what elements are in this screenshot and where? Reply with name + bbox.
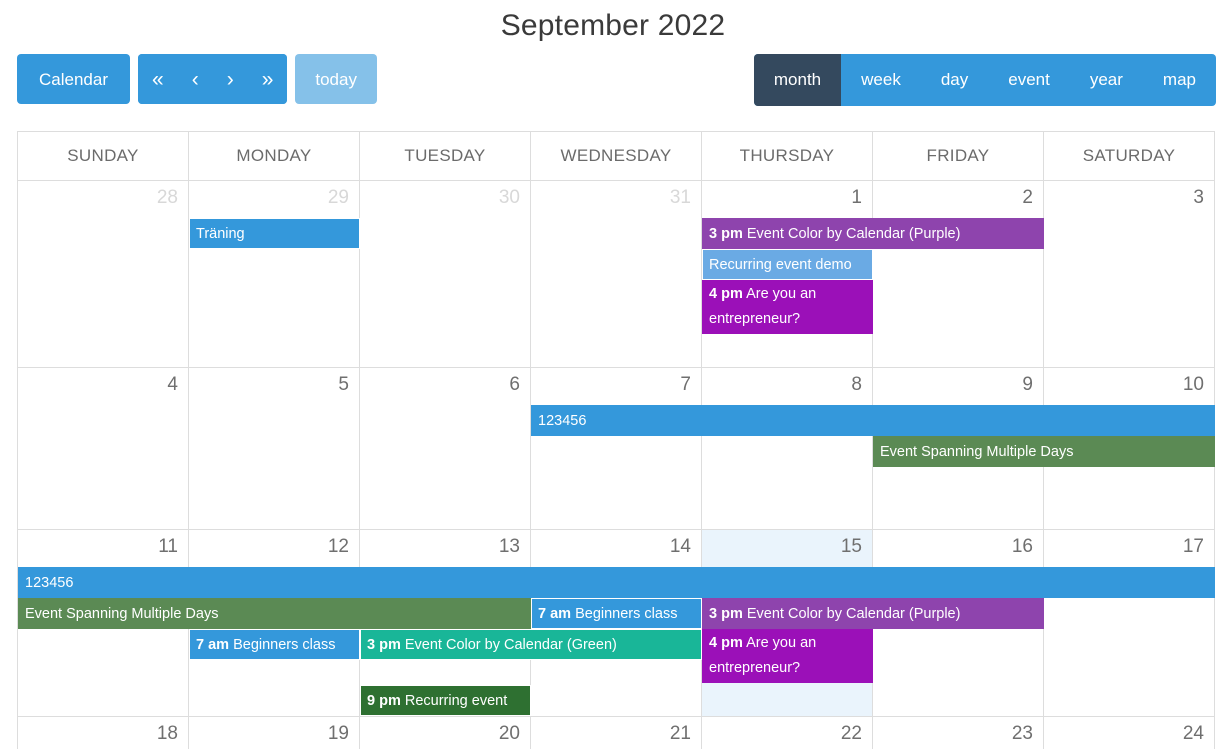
calendar-week-row: 11 12 13 14 15 16 17 123456 Event Spanning Multi…	[18, 530, 1215, 717]
event-beginners-class[interactable]: 7 am Beginners class	[531, 598, 702, 629]
calendar-body: 28 29 30 31 1 2 3 Träning 3 pm Event Color by Ca…	[18, 181, 1215, 749]
event-time: 9 pm	[367, 693, 401, 709]
view-button-month[interactable]: month	[753, 54, 842, 106]
calendar-week-row: 28 29 30 31 1 2 3 Träning 3 pm Event Color by Ca…	[18, 181, 1215, 368]
event-123456[interactable]: 123456	[18, 567, 1215, 598]
event-row: Event Spanning Multiple Days	[18, 436, 1215, 467]
event-title: Event Color by Calendar (Purple)	[746, 226, 961, 242]
week-events-layer: 123456 Event Spanning Multiple Days 7 am B…	[18, 530, 1215, 716]
event-title: Recurring event	[404, 693, 508, 709]
calendar-grid: SUNDAY MONDAY TUESDAY WEDNESDAY THURSDAY FRID…	[17, 131, 1215, 749]
event-row-spacer	[18, 467, 1215, 498]
event-time: 4 pm	[709, 635, 743, 651]
calendar-week-row: 4 5 6 7 8 9 10 123456 Event Spanning Multiple Da…	[18, 368, 1215, 530]
page-title: September 2022	[500, 9, 726, 42]
event-row: 4 pm Are you an entrepreneur?	[18, 280, 1215, 336]
week-events-layer: 123456 Event Spanning Multiple Days	[18, 368, 1215, 529]
event-row: Träning 3 pm Event Color by Calendar (Pur…	[18, 218, 1215, 249]
event-123456[interactable]: 123456	[531, 405, 1215, 436]
event-row: Event Spanning Multiple Days 7 am Beginne…	[18, 598, 1215, 629]
event-color-by-calendar-green[interactable]: 3 pm Event Color by Calendar (Green)	[360, 629, 702, 660]
prev-month-button[interactable]: ‹	[177, 54, 213, 104]
event-row: Recurring event demo	[18, 249, 1215, 280]
prev-year-button[interactable]: «	[138, 54, 178, 104]
day-header-friday: FRIDAY	[873, 132, 1044, 180]
view-button-day[interactable]: day	[921, 54, 988, 106]
event-title: Event Spanning Multiple Days	[880, 444, 1074, 460]
event-time: 3 pm	[709, 606, 743, 622]
event-row-spacer	[18, 336, 1215, 367]
event-title: 123456	[538, 413, 587, 429]
day-header-wednesday: WEDNESDAY	[531, 132, 702, 180]
event-row: 123456	[18, 567, 1215, 598]
day-header-monday: MONDAY	[189, 132, 360, 180]
event-time: 3 pm	[709, 226, 743, 242]
event-time: 3 pm	[367, 637, 401, 653]
event-title: Event Color by Calendar (Green)	[404, 637, 617, 653]
event-time: 4 pm	[709, 286, 743, 302]
view-button-event[interactable]: event	[988, 54, 1070, 106]
event-title: 123456	[25, 575, 74, 591]
event-traning[interactable]: Träning	[189, 218, 360, 249]
day-header-saturday: SATURDAY	[1044, 132, 1215, 180]
week-events-layer: 123456	[18, 717, 1215, 749]
event-time: 7 am	[538, 606, 572, 622]
next-year-button[interactable]: »	[247, 54, 288, 104]
day-header-sunday: SUNDAY	[18, 132, 189, 180]
calendar-day-headers: SUNDAY MONDAY TUESDAY WEDNESDAY THURSDAY FRID…	[18, 132, 1215, 181]
event-recurring-event[interactable]: 9 pm Recurring event	[360, 685, 531, 716]
navigation-button-group: «‹ ›»	[138, 54, 288, 104]
event-are-you-an-entrepreneur[interactable]: 4 pm Are you an entrepreneur?	[702, 629, 873, 683]
toolbar-left-group: Calendar «‹ ›» today	[17, 54, 377, 104]
view-button-week[interactable]: week	[841, 54, 921, 106]
calendar-week-row: 18192021222324123456	[18, 717, 1215, 749]
today-button[interactable]: today	[295, 54, 377, 104]
event-title: Recurring event demo	[709, 257, 852, 273]
toolbar-right-group: month week day event year map	[753, 54, 1216, 106]
event-row: 123456	[18, 405, 1215, 436]
view-button-year[interactable]: year	[1070, 54, 1143, 106]
calendar-page: September 2022 Calendar «‹ ›» today month…	[0, 0, 1226, 749]
event-row: 7 am Beginners class 3 pm Event Color by …	[18, 629, 1215, 685]
event-row-spacer	[18, 498, 1215, 529]
event-title: Beginners class	[575, 606, 678, 622]
event-time: 7 am	[196, 637, 230, 653]
event-are-you-an-entrepreneur[interactable]: 4 pm Are you an entrepreneur?	[702, 280, 873, 334]
week-events-layer: Träning 3 pm Event Color by Calendar (Pur…	[18, 181, 1215, 367]
event-title: Event Color by Calendar (Purple)	[746, 606, 961, 622]
calendar-toolbar: Calendar «‹ ›» today month week day event yea…	[0, 50, 1226, 108]
view-switcher: month week day event year map	[753, 54, 1216, 106]
view-button-map[interactable]: map	[1143, 54, 1216, 106]
event-spanning-multiple-days[interactable]: Event Spanning Multiple Days	[873, 436, 1215, 467]
event-row: 9 pm Recurring event	[18, 685, 1215, 716]
event-color-by-calendar-purple[interactable]: 3 pm Event Color by Calendar (Purple)	[702, 598, 1044, 629]
next-month-button[interactable]: ›	[212, 54, 248, 104]
day-header-thursday: THURSDAY	[702, 132, 873, 180]
calendar-button[interactable]: Calendar	[17, 54, 130, 104]
event-recurring-event-demo[interactable]: Recurring event demo	[702, 249, 873, 280]
event-title: Event Spanning Multiple Days	[25, 606, 219, 622]
event-title: Beginners class	[233, 637, 336, 653]
day-header-tuesday: TUESDAY	[360, 132, 531, 180]
event-beginners-class[interactable]: 7 am Beginners class	[189, 629, 360, 660]
event-spanning-multiple-days[interactable]: Event Spanning Multiple Days	[18, 598, 531, 629]
event-color-by-calendar-purple[interactable]: 3 pm Event Color by Calendar (Purple)	[702, 218, 1044, 249]
event-title: Träning	[196, 226, 245, 242]
